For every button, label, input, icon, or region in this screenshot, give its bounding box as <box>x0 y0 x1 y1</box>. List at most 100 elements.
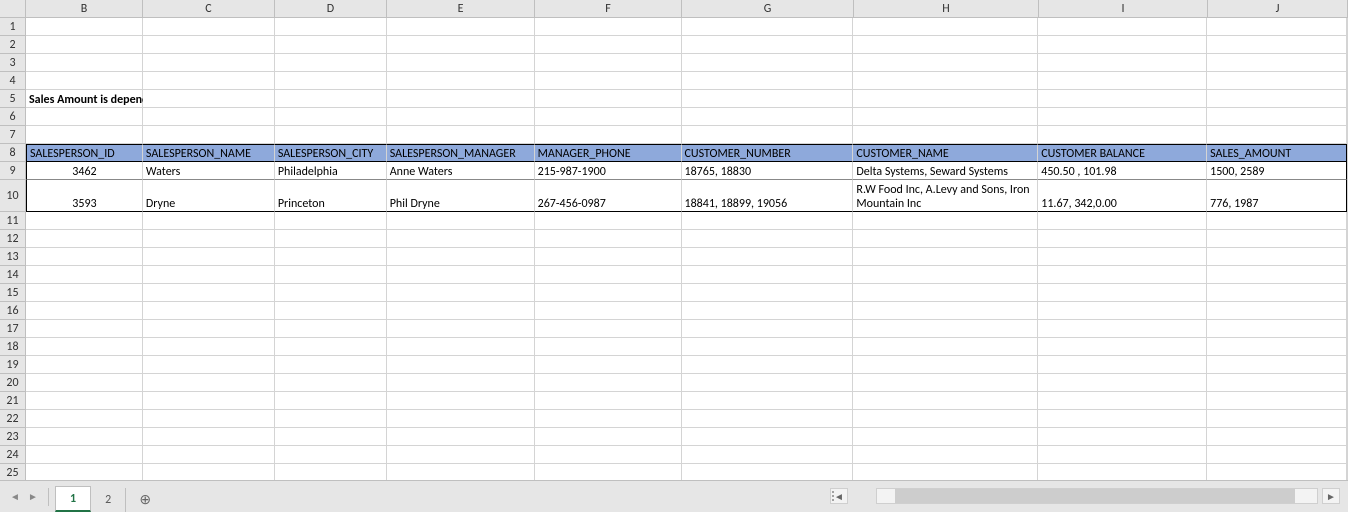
cell[interactable] <box>1038 392 1207 410</box>
cell[interactable] <box>275 36 387 54</box>
cell[interactable] <box>535 320 682 338</box>
cell[interactable] <box>387 392 535 410</box>
cell[interactable] <box>535 90 682 108</box>
cell[interactable] <box>275 18 387 36</box>
cell[interactable] <box>682 302 854 320</box>
cell[interactable] <box>682 392 854 410</box>
cell[interactable] <box>535 108 682 126</box>
data-r9-b[interactable]: 3462 <box>26 162 143 180</box>
cell[interactable] <box>853 126 1038 144</box>
header-g[interactable]: CUSTOMER_NUMBER <box>682 144 854 162</box>
cell[interactable] <box>387 18 535 36</box>
cell[interactable] <box>853 356 1038 374</box>
header-i[interactable]: CUSTOMER BALANCE <box>1038 144 1207 162</box>
col-header-c[interactable]: C <box>143 0 275 18</box>
row-header-6[interactable]: 6 <box>0 108 26 126</box>
cell[interactable] <box>143 374 275 392</box>
hscroll-thumb[interactable] <box>895 489 1295 503</box>
cell[interactable] <box>853 374 1038 392</box>
cell[interactable] <box>1207 428 1347 446</box>
row-header-9[interactable]: 9 <box>0 162 26 180</box>
cell[interactable] <box>1207 302 1347 320</box>
cell[interactable] <box>26 374 143 392</box>
cell[interactable] <box>682 428 854 446</box>
cell[interactable] <box>275 410 387 428</box>
cell[interactable] <box>853 108 1038 126</box>
cell[interactable] <box>143 284 275 302</box>
cell[interactable] <box>275 320 387 338</box>
cell[interactable] <box>143 320 275 338</box>
cell[interactable] <box>275 374 387 392</box>
row-header-11[interactable]: 11 <box>0 212 26 230</box>
cell[interactable] <box>1207 212 1347 230</box>
cell[interactable] <box>1207 54 1347 72</box>
cell[interactable] <box>275 212 387 230</box>
cell[interactable] <box>26 410 143 428</box>
cell[interactable] <box>1038 212 1207 230</box>
data-r10-f[interactable]: 267-456-0987 <box>535 180 682 212</box>
data-r9-e[interactable]: Anne Waters <box>387 162 535 180</box>
cell[interactable] <box>387 72 535 90</box>
data-r9-g[interactable]: 18765, 18830 <box>682 162 854 180</box>
cell[interactable] <box>535 36 682 54</box>
cell[interactable] <box>26 356 143 374</box>
data-r10-e[interactable]: Phil Dryne <box>387 180 535 212</box>
cell[interactable] <box>143 126 275 144</box>
data-r9-h[interactable]: Delta Systems, Seward Systems <box>853 162 1038 180</box>
cell[interactable] <box>26 266 143 284</box>
header-j[interactable]: SALES_AMOUNT <box>1207 144 1347 162</box>
row-header-1[interactable]: 1 <box>0 18 26 36</box>
add-sheet-icon[interactable]: ⊕ <box>132 486 158 512</box>
col-header-f[interactable]: F <box>535 0 682 18</box>
cell[interactable] <box>682 284 854 302</box>
cell[interactable] <box>853 428 1038 446</box>
data-r10-g[interactable]: 18841, 18899, 19056 <box>682 180 854 212</box>
col-header-b[interactable]: B <box>26 0 143 18</box>
cell[interactable] <box>275 302 387 320</box>
cell[interactable] <box>682 320 854 338</box>
cell[interactable] <box>535 428 682 446</box>
row-header-2[interactable]: 2 <box>0 36 26 54</box>
cell[interactable] <box>387 446 535 464</box>
row-header-20[interactable]: 20 <box>0 374 26 392</box>
header-d[interactable]: SALESPERSON_CITY <box>275 144 387 162</box>
cell[interactable] <box>535 230 682 248</box>
cell[interactable] <box>1038 248 1207 266</box>
cell[interactable] <box>535 356 682 374</box>
hscroll-track[interactable] <box>876 488 1318 504</box>
tabbar-split-handle-icon[interactable] <box>830 488 836 504</box>
cell[interactable] <box>1207 230 1347 248</box>
row-header-22[interactable]: 22 <box>0 410 26 428</box>
cell[interactable] <box>682 18 854 36</box>
cell[interactable] <box>26 72 143 90</box>
cell[interactable] <box>1207 126 1347 144</box>
cell[interactable] <box>1038 320 1207 338</box>
cell[interactable] <box>535 126 682 144</box>
cell[interactable] <box>1207 108 1347 126</box>
col-header-d[interactable]: D <box>275 0 387 18</box>
sheet-tab-1[interactable]: 1 <box>55 486 91 512</box>
cell[interactable] <box>682 90 854 108</box>
cell[interactable] <box>143 212 275 230</box>
cell[interactable] <box>387 320 535 338</box>
cell[interactable] <box>853 18 1038 36</box>
cell[interactable] <box>26 392 143 410</box>
row-header-17[interactable]: 17 <box>0 320 26 338</box>
cell[interactable] <box>275 230 387 248</box>
cell[interactable] <box>26 212 143 230</box>
cell[interactable] <box>387 212 535 230</box>
cell[interactable] <box>387 428 535 446</box>
cell[interactable] <box>853 338 1038 356</box>
cell[interactable] <box>1038 410 1207 428</box>
row-header-19[interactable]: 19 <box>0 356 26 374</box>
data-r10-i[interactable]: 11.67, 342,0.00 <box>1038 180 1207 212</box>
cell[interactable] <box>26 54 143 72</box>
cell[interactable] <box>143 36 275 54</box>
cell[interactable] <box>682 248 854 266</box>
cell[interactable] <box>275 428 387 446</box>
cell[interactable] <box>1207 374 1347 392</box>
cell[interactable] <box>275 266 387 284</box>
cell[interactable] <box>26 230 143 248</box>
hscroll-right-icon[interactable]: ► <box>1322 488 1340 504</box>
cell[interactable] <box>1038 428 1207 446</box>
